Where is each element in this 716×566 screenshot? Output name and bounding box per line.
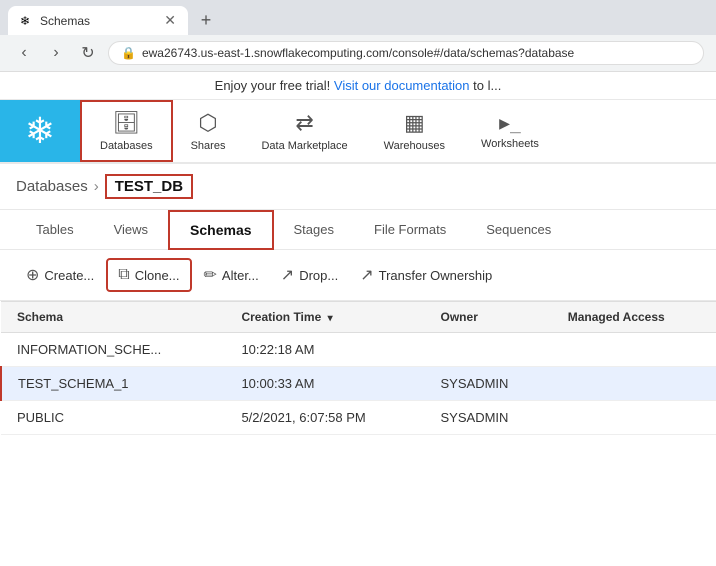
back-button[interactable]: ‹ [12, 41, 36, 65]
lock-icon: 🔒 [121, 46, 136, 60]
drop-button[interactable]: ↗ Drop... [271, 259, 348, 291]
cell-owner: SYSADMIN [425, 367, 552, 401]
create-label: Create... [44, 268, 94, 283]
alter-label: Alter... [222, 268, 259, 283]
table-row[interactable]: INFORMATION_SCHE... 10:22:18 AM [1, 333, 716, 367]
cell-owner [425, 333, 552, 367]
breadcrumb: Databases › TEST_DB [0, 164, 716, 210]
col-creation-time-label: Creation Time [241, 310, 321, 324]
schemas-table: Schema Creation Time ▾ Owner Managed Acc… [0, 301, 716, 435]
clone-icon: ⧉ [118, 266, 129, 284]
nav-data-marketplace-label: Data Marketplace [261, 140, 347, 152]
nav-shares-label: Shares [191, 140, 226, 152]
nav-item-warehouses[interactable]: ▦ Warehouses [366, 100, 463, 162]
col-header-schema: Schema [1, 302, 225, 333]
worksheets-icon: ▶_ [499, 113, 521, 134]
nav-worksheets-label: Worksheets [481, 138, 539, 150]
new-tab-button[interactable]: + [192, 7, 220, 35]
tab-stages[interactable]: Stages [274, 212, 354, 247]
cell-owner: SYSADMIN [425, 401, 552, 435]
cell-schema: TEST_SCHEMA_1 [1, 367, 225, 401]
url-text: ewa26743.us-east-1.snowflakecomputing.co… [142, 46, 691, 60]
browser-chrome: ❄ Schemas ✕ + ‹ › ↻ 🔒 ewa26743.us-east-1… [0, 0, 716, 72]
drop-label: Drop... [299, 268, 338, 283]
tab-sequences[interactable]: Sequences [466, 212, 571, 247]
toolbar: ⊕ Create... ⧉ Clone... ✏ Alter... ↗ Drop… [0, 250, 716, 301]
trial-banner: Enjoy your free trial! Visit our documen… [0, 72, 716, 100]
tab-views[interactable]: Views [94, 212, 168, 247]
alter-button[interactable]: ✏ Alter... [194, 259, 269, 291]
transfer-ownership-button[interactable]: ↗ Transfer Ownership [350, 259, 502, 291]
create-button[interactable]: ⊕ Create... [16, 259, 104, 291]
clone-button[interactable]: ⧉ Clone... [106, 258, 191, 292]
cell-managed-access [552, 401, 716, 435]
data-marketplace-icon: ⇄ [295, 110, 313, 136]
cell-schema: PUBLIC [1, 401, 225, 435]
logo-area: ❄ [0, 100, 80, 162]
cell-creation-time: 5/2/2021, 6:07:58 PM [225, 401, 424, 435]
cell-creation-time: 10:22:18 AM [225, 333, 424, 367]
sort-icon: ▾ [328, 313, 333, 324]
nav-databases-label: Databases [100, 140, 153, 152]
nav-item-data-marketplace[interactable]: ⇄ Data Marketplace [243, 100, 365, 162]
tab-tables[interactable]: Tables [16, 212, 94, 247]
address-bar: ‹ › ↻ 🔒 ewa26743.us-east-1.snowflakecomp… [0, 35, 716, 71]
tab-bar: ❄ Schemas ✕ + [0, 0, 716, 35]
col-managed-access-label: Managed Access [568, 310, 665, 324]
col-schema-label: Schema [17, 310, 63, 324]
table-header: Schema Creation Time ▾ Owner Managed Acc… [1, 302, 716, 333]
cell-managed-access [552, 367, 716, 401]
table-container: Schema Creation Time ▾ Owner Managed Acc… [0, 301, 716, 435]
table-header-row: Schema Creation Time ▾ Owner Managed Acc… [1, 302, 716, 333]
warehouses-icon: ▦ [404, 110, 425, 136]
tab-close-button[interactable]: ✕ [164, 12, 176, 29]
nav-items: 🗄 Databases ⬡ Shares ⇄ Data Marketplace … [80, 100, 557, 162]
trial-suffix: to l... [473, 78, 501, 93]
breadcrumb-separator: › [94, 178, 99, 195]
trial-link[interactable]: Visit our documentation [334, 78, 470, 93]
breadcrumb-root[interactable]: Databases [16, 178, 88, 195]
reload-button[interactable]: ↻ [76, 41, 100, 65]
nav-item-databases[interactable]: 🗄 Databases [80, 100, 173, 162]
forward-button[interactable]: › [44, 41, 68, 65]
table-row[interactable]: PUBLIC 5/2/2021, 6:07:58 PM SYSADMIN [1, 401, 716, 435]
app-header: ❄ 🗄 Databases ⬡ Shares ⇄ Data Marketplac… [0, 100, 716, 164]
alter-icon: ✏ [204, 265, 217, 285]
table-row[interactable]: TEST_SCHEMA_1 10:00:33 AM SYSADMIN [1, 367, 716, 401]
drop-icon: ↗ [281, 265, 294, 285]
snowflake-logo: ❄ [25, 110, 55, 152]
table-body: INFORMATION_SCHE... 10:22:18 AM TEST_SCH… [1, 333, 716, 435]
col-header-managed-access: Managed Access [552, 302, 716, 333]
clone-label: Clone... [135, 268, 180, 283]
trial-text: Enjoy your free trial! [215, 78, 331, 93]
nav-item-shares[interactable]: ⬡ Shares [173, 100, 244, 162]
col-header-creation-time[interactable]: Creation Time ▾ [225, 302, 424, 333]
col-header-owner: Owner [425, 302, 552, 333]
cell-schema: INFORMATION_SCHE... [1, 333, 225, 367]
nav-warehouses-label: Warehouses [384, 140, 445, 152]
breadcrumb-current: TEST_DB [105, 174, 193, 199]
tab-favicon: ❄ [20, 14, 34, 28]
transfer-ownership-icon: ↗ [360, 265, 373, 285]
tab-schemas[interactable]: Schemas [168, 210, 273, 250]
tab-file-formats[interactable]: File Formats [354, 212, 466, 247]
transfer-ownership-label: Transfer Ownership [379, 268, 493, 283]
databases-icon: 🗄 [112, 110, 140, 136]
nav-item-worksheets[interactable]: ▶_ Worksheets [463, 100, 557, 162]
url-bar[interactable]: 🔒 ewa26743.us-east-1.snowflakecomputing.… [108, 41, 704, 65]
tab-title: Schemas [40, 14, 158, 28]
active-tab: ❄ Schemas ✕ [8, 6, 188, 35]
cell-managed-access [552, 333, 716, 367]
create-icon: ⊕ [26, 265, 39, 285]
tabs-bar: Tables Views Schemas Stages File Formats… [0, 210, 716, 250]
shares-icon: ⬡ [198, 110, 217, 136]
cell-creation-time: 10:00:33 AM [225, 367, 424, 401]
col-owner-label: Owner [441, 310, 478, 324]
selected-schema-name: TEST_SCHEMA_1 [18, 376, 129, 391]
